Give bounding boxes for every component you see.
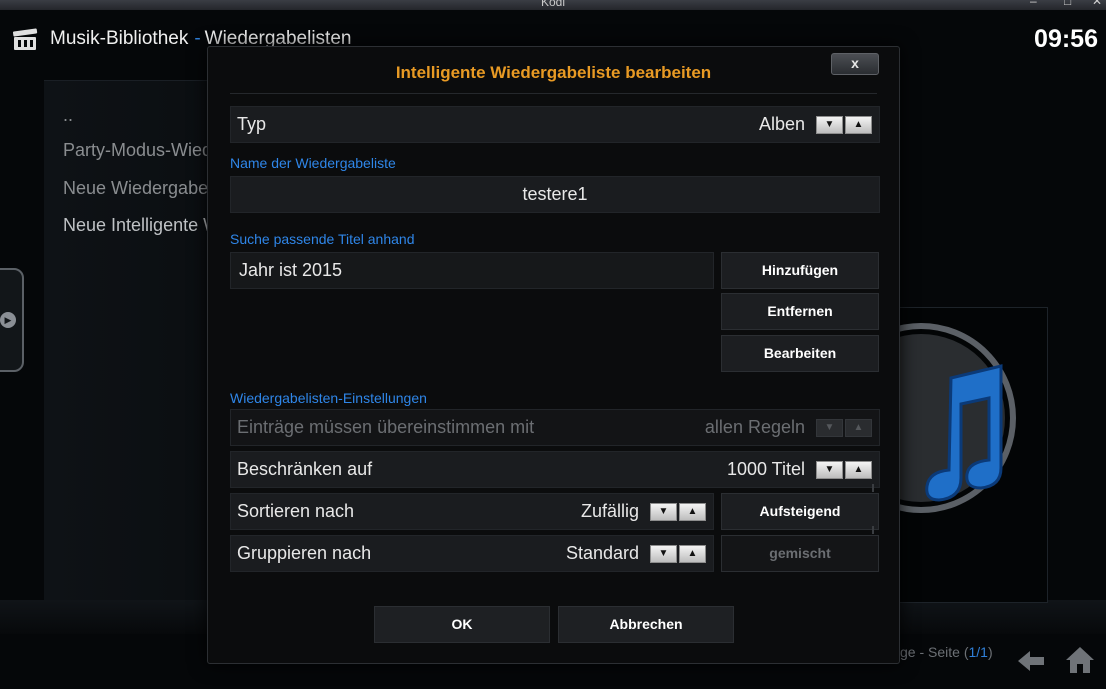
page-number: 1/1: [968, 644, 988, 660]
spin-down-icon[interactable]: ▼: [650, 503, 677, 521]
type-spin-buttons: ▼ ▲: [816, 116, 872, 134]
scroll-indicator: [872, 484, 874, 492]
name-section-label: Name der Wiedergabeliste: [230, 155, 396, 171]
spin-up-icon[interactable]: ▲: [679, 545, 706, 563]
title-divider: [230, 93, 877, 94]
sort-value: Zufällig: [580, 501, 639, 521]
sort-spinner[interactable]: Sortieren nach Zufällig ▼ ▲: [230, 493, 714, 530]
spin-down-icon[interactable]: ▼: [816, 116, 843, 134]
music-note-icon: [826, 323, 1016, 513]
sort-label: Sortieren nach: [237, 501, 355, 521]
breadcrumb-separator: -: [194, 28, 201, 49]
limit-value: 1000 Titel: [726, 459, 805, 479]
ok-button[interactable]: OK: [374, 606, 550, 643]
type-spinner[interactable]: Typ Alben ▼ ▲: [230, 106, 880, 143]
match-rules-value: allen Regeln: [704, 417, 805, 437]
smart-playlist-dialog: Intelligente Wiedergabeliste bearbeiten …: [207, 46, 900, 664]
rule-list-item[interactable]: Jahr ist 2015: [230, 252, 714, 289]
close-icon: x: [851, 55, 859, 71]
limit-spin-buttons: ▼ ▲: [816, 461, 872, 479]
window-titlebar: Kodi – □ ✕: [0, 0, 1106, 10]
playlist-name-field[interactable]: testere1: [230, 176, 880, 213]
cover-art-panel: [826, 307, 1048, 603]
back-arrow-icon[interactable]: [1016, 646, 1046, 676]
list-item-new-playlist[interactable]: Neue Wiedergabe: [63, 178, 208, 199]
cancel-button[interactable]: Abbrechen: [558, 606, 734, 643]
dialog-title: Intelligente Wiedergabeliste bearbeiten: [395, 63, 712, 82]
spin-up-icon[interactable]: ▲: [845, 461, 872, 479]
clock: 09:56: [1034, 25, 1098, 53]
rules-section-label: Suche passende Titel anhand: [230, 231, 415, 247]
maximize-button[interactable]: □: [1064, 0, 1071, 8]
breadcrumb-section: Musik-Bibliothek: [50, 28, 189, 49]
list-item-party-mode[interactable]: Party-Modus-Wied: [63, 140, 212, 161]
edit-rule-button[interactable]: Bearbeiten: [721, 335, 879, 372]
window-title: Kodi: [540, 0, 566, 9]
page-text-close: ): [987, 644, 993, 660]
page-text: ge - Seite (: [900, 644, 969, 660]
window-close-button[interactable]: ✕: [1092, 0, 1102, 8]
limit-spinner[interactable]: Beschränken auf 1000 Titel ▼ ▲: [230, 451, 880, 488]
settings-section-label: Wiedergabelisten-Einstellungen: [230, 390, 427, 406]
list-item-parent[interactable]: ..: [63, 105, 73, 126]
sort-spin-buttons: ▼ ▲: [650, 503, 706, 521]
page-indicator: ge - Seite (1/1): [900, 644, 993, 660]
group-value: Standard: [565, 543, 639, 563]
scroll-indicator: [872, 526, 874, 534]
kodi-logo-icon: [12, 28, 38, 50]
chevron-right-icon: ▶: [0, 312, 16, 328]
add-rule-button[interactable]: Hinzufügen: [721, 252, 879, 289]
mixed-toggle-button: gemischt: [721, 535, 879, 572]
playlist-list: .. Party-Modus-Wied Neue Wiedergabe Neue…: [44, 80, 224, 632]
group-spinner[interactable]: Gruppieren nach Standard ▼ ▲: [230, 535, 714, 572]
limit-label: Beschränken auf: [237, 459, 373, 479]
spin-down-icon[interactable]: ▼: [816, 461, 843, 479]
spin-down-icon[interactable]: ▼: [650, 545, 677, 563]
sort-order-button[interactable]: Aufsteigend: [721, 493, 879, 530]
spin-up-icon[interactable]: ▲: [679, 503, 706, 521]
home-icon[interactable]: [1064, 644, 1096, 676]
remove-rule-button[interactable]: Entfernen: [721, 293, 879, 330]
match-rules-spinner: Einträge müssen übereinstimmen mit allen…: [230, 409, 880, 446]
close-button[interactable]: x: [831, 53, 879, 75]
type-value: Alben: [758, 114, 805, 134]
match-spin-buttons: ▼ ▲: [816, 419, 872, 437]
side-menu-handle[interactable]: ▶: [0, 268, 24, 372]
spin-up-icon[interactable]: ▲: [845, 116, 872, 134]
spin-up-icon: ▲: [845, 419, 872, 437]
list-item-new-smart-playlist[interactable]: Neue Intelligente W: [63, 215, 220, 236]
spin-down-icon: ▼: [816, 419, 843, 437]
group-spin-buttons: ▼ ▲: [650, 545, 706, 563]
match-rules-label: Einträge müssen übereinstimmen mit: [237, 417, 535, 437]
minimize-button[interactable]: –: [1030, 0, 1037, 8]
group-label: Gruppieren nach: [237, 543, 372, 563]
type-label: Typ: [237, 114, 267, 134]
